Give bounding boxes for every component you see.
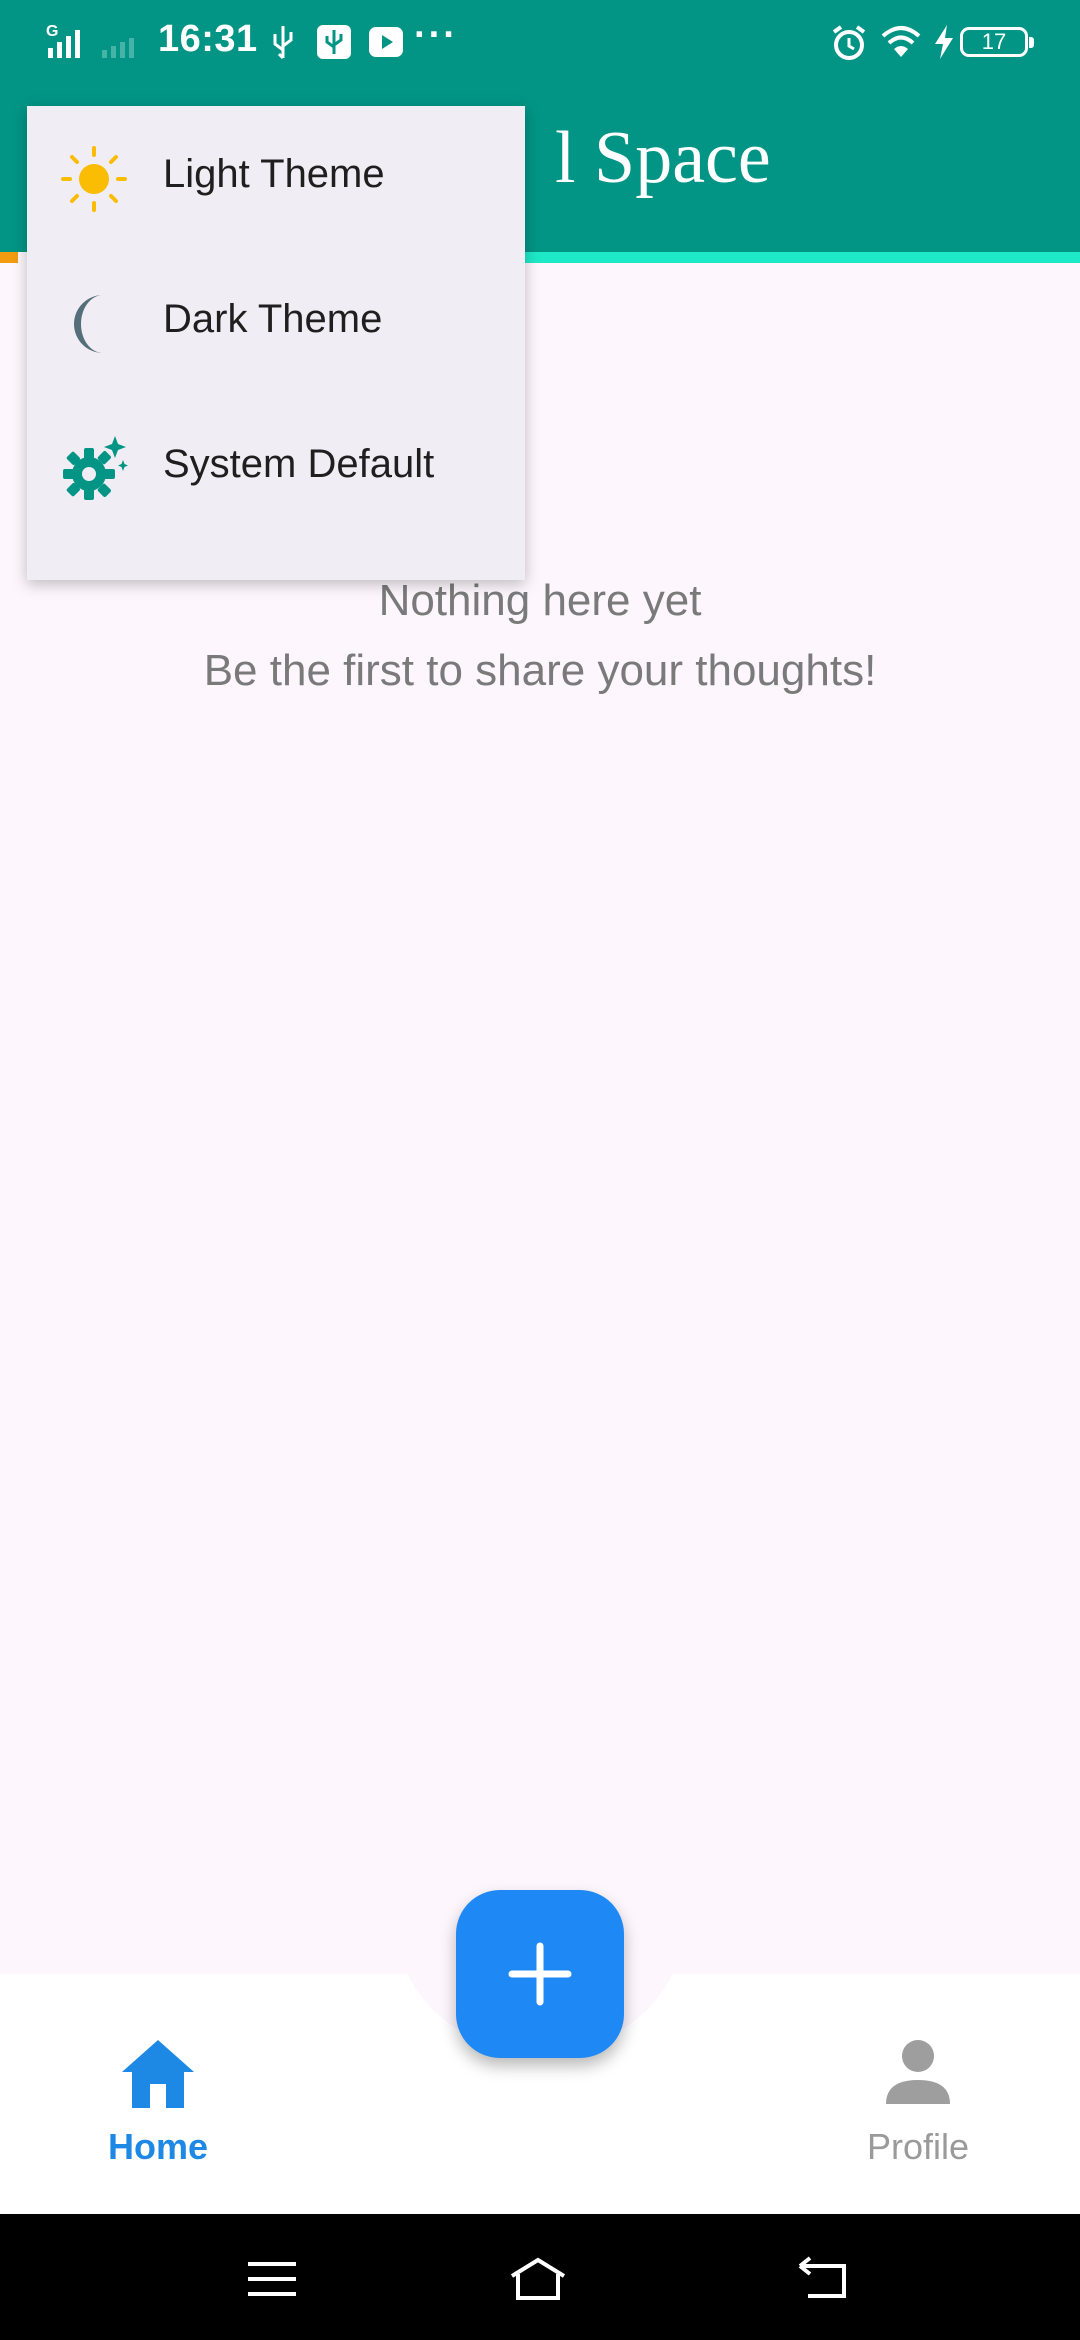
usb-debug-icon (317, 25, 351, 59)
status-bar: G 16:31 ··· 17 (0, 0, 1080, 86)
home-icon (122, 2040, 194, 2108)
menu-item-light-theme[interactable]: Light Theme (27, 106, 525, 251)
menu-item-label: System Default (163, 442, 435, 486)
add-post-button[interactable] (456, 1890, 624, 2058)
alarm-icon (832, 25, 866, 60)
nav-item-home[interactable]: Home (70, 2010, 246, 2180)
status-time: 16:31 (158, 18, 258, 60)
empty-state: Nothing here yet Be the first to share y… (0, 566, 1080, 706)
menu-icon[interactable] (242, 2254, 302, 2304)
sun-icon (61, 146, 127, 212)
moon-icon (74, 295, 103, 353)
accent-stripe-left (0, 252, 18, 263)
status-overflow: ··· (414, 14, 458, 56)
app-title: l Space (555, 117, 771, 199)
youtube-icon (369, 27, 403, 57)
empty-state-subtitle: Be the first to share your thoughts! (203, 646, 877, 695)
plus-icon (508, 1942, 572, 2006)
signal-icon: G (46, 23, 134, 58)
accent-stripe-right (525, 252, 1080, 263)
wifi-icon (881, 26, 921, 57)
menu-item-system-default[interactable]: System Default (27, 396, 525, 541)
battery-icon: 17 (960, 27, 1034, 57)
menu-item-label: Light Theme (163, 152, 385, 196)
network-type: G (46, 23, 58, 40)
auto-settings-icon (63, 436, 128, 500)
menu-item-dark-theme[interactable]: Dark Theme (27, 251, 525, 396)
menu-item-label: Dark Theme (163, 297, 383, 341)
nav-label-profile: Profile (866, 2126, 970, 2167)
person-icon (886, 2040, 950, 2104)
nav-label-home: Home (107, 2126, 209, 2167)
home-icon[interactable] (508, 2254, 568, 2304)
nav-item-profile[interactable]: Profile (830, 2010, 1006, 2180)
back-icon[interactable] (794, 2254, 854, 2304)
usb-icon (273, 26, 293, 60)
system-nav-bar (0, 2214, 1080, 2340)
theme-menu: Light Theme Dark Theme System Default (27, 106, 525, 580)
charging-icon (935, 25, 953, 59)
